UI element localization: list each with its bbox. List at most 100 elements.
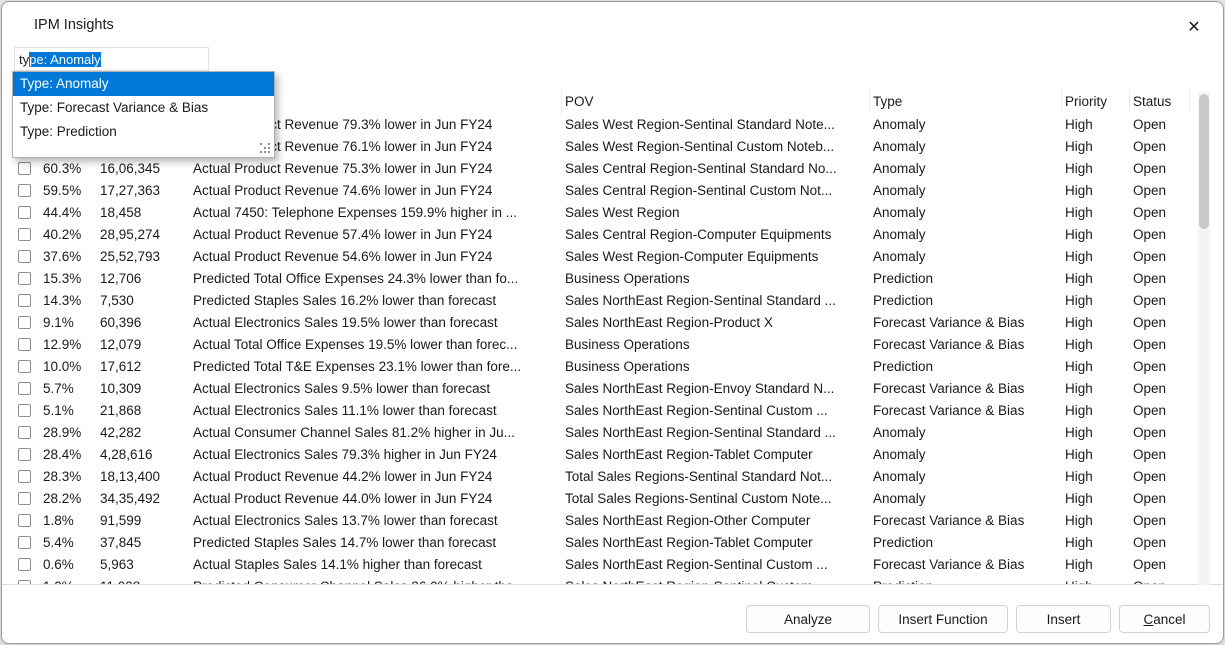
impact-percent: 28.2% [40, 491, 97, 506]
dropdown-option[interactable]: Type: Anomaly [13, 72, 274, 96]
insight-description: Actual Product Revenue 54.6% lower in Ju… [190, 249, 562, 264]
priority-value: High [1062, 227, 1130, 242]
row-checkbox[interactable] [18, 272, 31, 285]
row-checkbox[interactable] [18, 514, 31, 527]
table-row[interactable]: 9.1% 60,396 Actual Electronics Sales 19.… [2, 311, 1223, 333]
status-value: Open [1130, 469, 1190, 484]
header-priority[interactable]: Priority [1062, 90, 1130, 113]
insight-type: Prediction [870, 359, 1062, 374]
analyze-button[interactable]: Analyze [746, 605, 870, 633]
pov-value: Sales Central Region-Computer Equipments [562, 227, 870, 242]
row-checkbox[interactable] [18, 206, 31, 219]
impact-value: 12,079 [97, 337, 190, 352]
impact-percent: 60.3% [40, 161, 97, 176]
resize-grip-icon[interactable] [259, 142, 271, 154]
table-row[interactable]: 59.5% 17,27,363 Actual Product Revenue 7… [2, 179, 1223, 201]
impact-percent: 15.3% [40, 271, 97, 286]
table-row[interactable]: 37.6% 25,52,793 Actual Product Revenue 5… [2, 245, 1223, 267]
impact-percent: 37.6% [40, 249, 97, 264]
row-checkbox[interactable] [18, 382, 31, 395]
status-value: Open [1130, 557, 1190, 572]
priority-value: High [1062, 403, 1130, 418]
impact-percent: 28.9% [40, 425, 97, 440]
pov-value: Sales NorthEast Region-Sentinal Custom .… [562, 557, 870, 572]
row-checkbox[interactable] [18, 316, 31, 329]
row-checkbox[interactable] [18, 470, 31, 483]
insert-function-button[interactable]: Insert Function [878, 605, 1008, 633]
vertical-scrollbar[interactable] [1198, 92, 1210, 585]
priority-value: High [1062, 557, 1130, 572]
row-checkbox[interactable] [18, 250, 31, 263]
status-value: Open [1130, 205, 1190, 220]
table-row[interactable]: 0.6% 5,963 Actual Staples Sales 14.1% hi… [2, 553, 1223, 575]
insight-description: Predicted Consumer Channel Sales 36.0% h… [190, 579, 562, 586]
impact-percent: 14.3% [40, 293, 97, 308]
table-row[interactable]: 28.4% 4,28,616 Actual Electronics Sales … [2, 443, 1223, 465]
row-checkbox[interactable] [18, 184, 31, 197]
status-value: Open [1130, 227, 1190, 242]
cancel-button[interactable]: Cancel [1119, 605, 1210, 633]
row-checkbox[interactable] [18, 162, 31, 175]
table-row[interactable]: 1.0% 11,008 Predicted Consumer Channel S… [2, 575, 1223, 585]
insight-type: Anomaly [870, 139, 1062, 154]
header-status[interactable]: Status [1130, 90, 1190, 113]
table-row[interactable]: 28.3% 18,13,400 Actual Product Revenue 4… [2, 465, 1223, 487]
row-checkbox[interactable] [18, 426, 31, 439]
row-checkbox-cell [2, 470, 40, 483]
insert-button[interactable]: Insert [1016, 605, 1111, 633]
row-checkbox-cell [2, 448, 40, 461]
scrollbar-thumb[interactable] [1199, 94, 1209, 229]
table-row[interactable]: 44.4% 18,458 Actual 7450: Telephone Expe… [2, 201, 1223, 223]
table-row[interactable]: 5.4% 37,845 Predicted Staples Sales 14.7… [2, 531, 1223, 553]
close-icon[interactable]: ✕ [1182, 15, 1206, 39]
table-row[interactable]: 28.2% 34,35,492 Actual Product Revenue 4… [2, 487, 1223, 509]
table-row[interactable]: 10.0% 17,612 Predicted Total T&E Expense… [2, 355, 1223, 377]
table-row[interactable]: 60.3% 16,06,345 Actual Product Revenue 7… [2, 157, 1223, 179]
header-pov[interactable]: POV [562, 90, 870, 113]
table-row[interactable]: 5.1% 21,868 Actual Electronics Sales 11.… [2, 399, 1223, 421]
dropdown-option[interactable]: Type: Forecast Variance & Bias [13, 96, 274, 120]
row-checkbox[interactable] [18, 404, 31, 417]
table-row[interactable]: 5.7% 10,309 Actual Electronics Sales 9.5… [2, 377, 1223, 399]
table-row[interactable]: 12.9% 12,079 Actual Total Office Expense… [2, 333, 1223, 355]
priority-value: High [1062, 139, 1130, 154]
row-checkbox[interactable] [18, 492, 31, 505]
row-checkbox[interactable] [18, 448, 31, 461]
impact-percent: 59.5% [40, 183, 97, 198]
row-checkbox[interactable] [18, 360, 31, 373]
insight-type: Anomaly [870, 425, 1062, 440]
row-checkbox[interactable] [18, 580, 31, 586]
impact-percent: 28.4% [40, 447, 97, 462]
filter-input[interactable]: type: Anomaly [14, 47, 209, 71]
table-row[interactable]: 14.3% 7,530 Predicted Staples Sales 16.2… [2, 289, 1223, 311]
row-checkbox[interactable] [18, 294, 31, 307]
status-value: Open [1130, 359, 1190, 374]
pov-value: Sales NorthEast Region-Other Computer [562, 513, 870, 528]
table-row[interactable]: 28.9% 42,282 Actual Consumer Channel Sal… [2, 421, 1223, 443]
table-row[interactable]: 1.8% 91,599 Actual Electronics Sales 13.… [2, 509, 1223, 531]
table-row[interactable]: 15.3% 12,706 Predicted Total Office Expe… [2, 267, 1223, 289]
insight-description: Actual Product Revenue 57.4% lower in Ju… [190, 227, 562, 242]
insight-description: Actual Electronics Sales 19.5% lower tha… [190, 315, 562, 330]
row-checkbox[interactable] [18, 338, 31, 351]
pov-value: Total Sales Regions-Sentinal Standard No… [562, 469, 870, 484]
insight-type: Anomaly [870, 227, 1062, 242]
header-type[interactable]: Type [870, 90, 1062, 113]
row-checkbox[interactable] [18, 558, 31, 571]
dropdown-option[interactable]: Type: Prediction [13, 120, 274, 144]
row-checkbox-cell [2, 162, 40, 175]
row-checkbox[interactable] [18, 536, 31, 549]
priority-value: High [1062, 117, 1130, 132]
status-value: Open [1130, 337, 1190, 352]
ipm-insights-dialog: IPM Insights ✕ type: Anomaly POV Type Pr… [1, 1, 1224, 644]
pov-value: Sales West Region-Sentinal Standard Note… [562, 117, 870, 132]
row-checkbox[interactable] [18, 228, 31, 241]
impact-value: 10,309 [97, 381, 190, 396]
table-row[interactable]: 40.2% 28,95,274 Actual Product Revenue 5… [2, 223, 1223, 245]
filter-text-selected: pe: Anomaly [29, 52, 101, 67]
insight-type: Forecast Variance & Bias [870, 557, 1062, 572]
row-checkbox-cell [2, 272, 40, 285]
insights-list: Actual Product Revenue 79.3% lower in Ju… [2, 113, 1223, 585]
insight-type: Prediction [870, 293, 1062, 308]
status-value: Open [1130, 315, 1190, 330]
